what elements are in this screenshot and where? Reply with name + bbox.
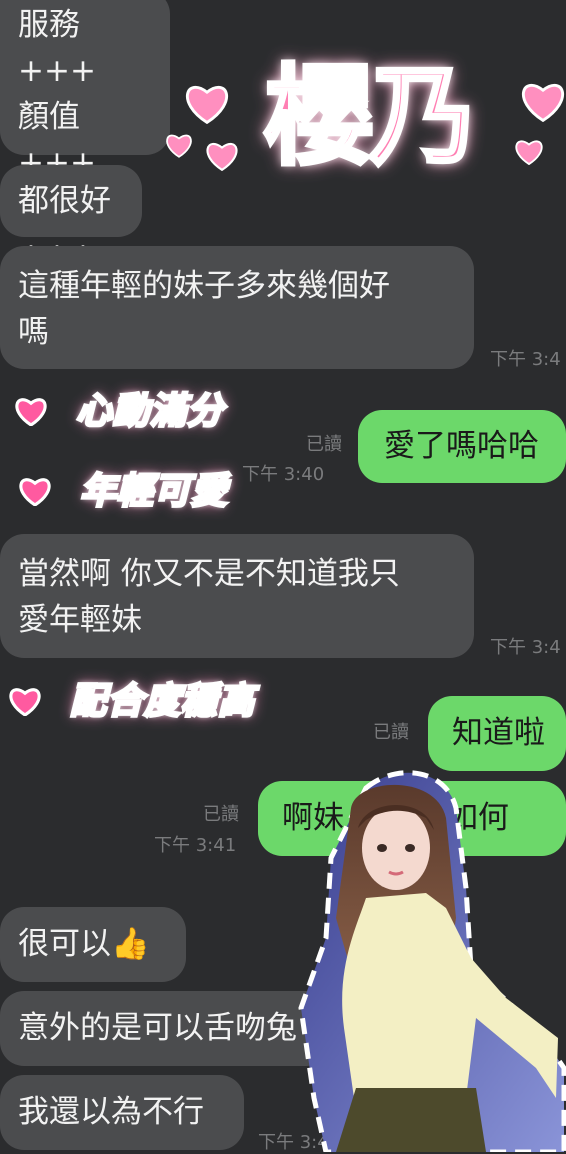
overlay-tag-label: 心動滿分 bbox=[74, 390, 225, 434]
heart-icon bbox=[515, 140, 543, 165]
overlay-title: 櫻乃 bbox=[263, 55, 479, 180]
incoming-message[interactable]: 很可以👍 bbox=[0, 907, 186, 982]
incoming-message[interactable]: 都很好 bbox=[0, 165, 142, 237]
message-timestamp: 下午 3:41 bbox=[154, 835, 237, 856]
outgoing-message[interactable]: 知道啦 bbox=[428, 696, 566, 771]
heart-icon bbox=[9, 688, 41, 716]
outgoing-message[interactable]: 愛了嗎哈哈 bbox=[358, 410, 566, 483]
read-receipt: 已讀 bbox=[203, 804, 239, 825]
incoming-message[interactable]: 意外的是可以舌吻兔 bbox=[0, 991, 330, 1066]
incoming-message[interactable]: 當然啊 你又不是不知道我只 愛年輕妹 bbox=[0, 534, 474, 658]
heart-icon bbox=[19, 478, 51, 506]
incoming-message[interactable]: 這種年輕的妹子多來幾個好 嗎 bbox=[0, 246, 474, 369]
overlay-tag-label: 配合度穩高 bbox=[68, 680, 256, 724]
message-timestamp: 下午 3:40 bbox=[242, 464, 325, 485]
message-timestamp: 下午 3:4 bbox=[490, 637, 561, 658]
incoming-message[interactable]: 我還以為不行 bbox=[0, 1075, 244, 1150]
heart-icon bbox=[15, 398, 47, 426]
heart-icon bbox=[206, 142, 238, 171]
read-receipt: 已讀 bbox=[373, 722, 409, 743]
portrait-sticker bbox=[298, 770, 566, 1152]
message-timestamp: 下午 3:4 bbox=[490, 349, 561, 370]
overlay-tag-label: 年輕可愛 bbox=[78, 470, 229, 514]
heart-icon bbox=[186, 85, 228, 124]
heart-icon bbox=[522, 83, 564, 122]
incoming-message[interactable]: 服務+++ 顏值+++ 身材+++ bbox=[0, 0, 170, 273]
read-receipt: 已讀 bbox=[306, 434, 342, 455]
heart-icon bbox=[166, 134, 192, 158]
